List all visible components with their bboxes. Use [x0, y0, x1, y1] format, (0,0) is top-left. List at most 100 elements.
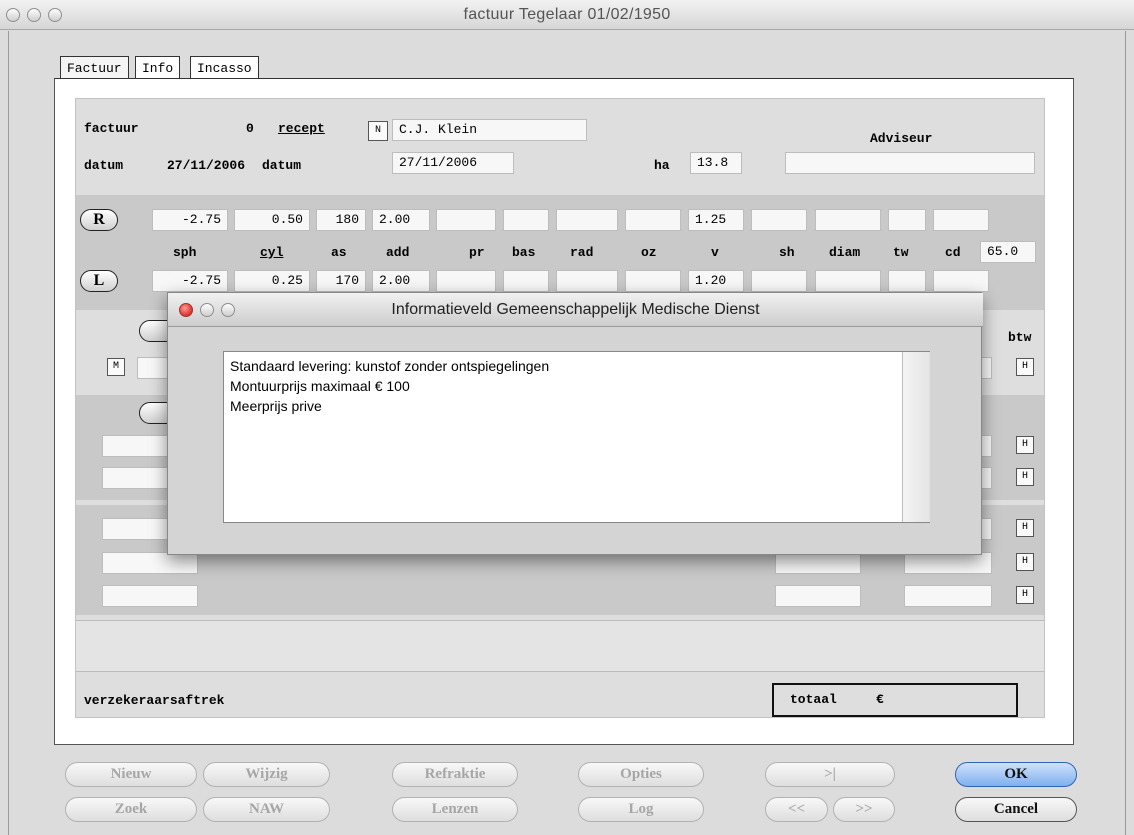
dialog-title: Informatieveld Gemeenschappelijk Medisch…	[391, 301, 760, 318]
right-pr-field[interactable]	[436, 209, 496, 231]
right-rad-field[interactable]	[556, 209, 618, 231]
n-button[interactable]: N	[368, 121, 388, 141]
totaal-label: totaal	[790, 692, 837, 707]
extra-amount-2[interactable]	[775, 552, 861, 574]
ok-button[interactable]: OK	[955, 762, 1077, 787]
info-line-1: Standaard levering: kunstof zonder ontsp…	[230, 358, 550, 374]
recept-name-field[interactable]: C.J. Klein	[392, 119, 587, 141]
right-diam-field[interactable]	[815, 209, 881, 231]
ha-label: ha	[654, 158, 670, 173]
left-tw-field[interactable]	[888, 270, 926, 292]
left-bas-field[interactable]	[503, 270, 549, 292]
left-diam-field[interactable]	[815, 270, 881, 292]
cancel-button[interactable]: Cancel	[955, 797, 1077, 822]
refraktie-button[interactable]: Refraktie	[392, 762, 518, 787]
factuur-label: factuur	[84, 121, 139, 136]
right-v-field[interactable]: 1.25	[688, 209, 744, 231]
dialog-titlebar: Informatieveld Gemeenschappelijk Medisch…	[168, 293, 983, 327]
recept-link[interactable]: recept	[278, 121, 325, 136]
h-button-3[interactable]: H	[1016, 468, 1034, 486]
datum-label: datum	[84, 158, 124, 173]
datum-value: 27/11/2006	[167, 158, 246, 173]
window-title: factuur Tegelaar 01/02/1950	[463, 6, 671, 23]
right-cyl-field[interactable]: 0.50	[234, 209, 310, 231]
previous-button[interactable]: <<	[765, 797, 828, 822]
zoek-button[interactable]: Zoek	[65, 797, 197, 822]
col-cd-label: cd	[945, 245, 961, 260]
col-tw-label: tw	[893, 245, 909, 260]
ha-field[interactable]: 13.8	[690, 152, 742, 174]
info-line-3: Meerprijs prive	[230, 398, 322, 414]
info-dialog: Informatieveld Gemeenschappelijk Medisch…	[167, 292, 983, 555]
left-as-field[interactable]: 170	[316, 270, 366, 292]
adviseur-label: Adviseur	[870, 131, 933, 146]
info-line-2: Montuurprijs maximaal € 100	[230, 378, 410, 394]
cd-value-field[interactable]: 65.0	[980, 241, 1036, 263]
next-button[interactable]: >>	[833, 797, 895, 822]
totaal-box: totaal €	[772, 683, 1018, 717]
h-button-6[interactable]: H	[1016, 586, 1034, 604]
extra-price-3[interactable]	[904, 585, 992, 607]
window-titlebar: factuur Tegelaar 01/02/1950	[0, 0, 1134, 30]
opties-button[interactable]: Opties	[578, 762, 704, 787]
extra-field-3[interactable]	[102, 585, 198, 607]
adviseur-field[interactable]	[785, 152, 1035, 174]
left-v-field[interactable]: 1.20	[688, 270, 744, 292]
wijzig-button[interactable]: Wijzig	[203, 762, 330, 787]
left-eye-button[interactable]: L	[80, 270, 118, 292]
m-button[interactable]: M	[107, 358, 125, 376]
tab-info[interactable]: Info	[135, 56, 181, 78]
h-button-1[interactable]: H	[1016, 358, 1034, 376]
left-rad-field[interactable]	[556, 270, 618, 292]
col-pr-label: pr	[469, 245, 485, 260]
nieuw-button[interactable]: Nieuw	[65, 762, 197, 787]
col-rad-label: rad	[570, 245, 594, 260]
left-sph-field[interactable]: -2.75	[152, 270, 228, 292]
h-button-4[interactable]: H	[1016, 519, 1034, 537]
col-as-label: as	[331, 245, 347, 260]
currency-symbol: €	[876, 692, 884, 707]
info-textarea[interactable]: Standaard levering: kunstof zonder ontsp…	[223, 351, 930, 523]
right-cd-field[interactable]	[933, 209, 989, 231]
h-button-5[interactable]: H	[1016, 553, 1034, 571]
recept-datum-field[interactable]: 27/11/2006	[392, 152, 514, 174]
naw-button[interactable]: NAW	[203, 797, 330, 822]
left-cd-field[interactable]	[933, 270, 989, 292]
factuur-number: 0	[246, 121, 254, 136]
log-button[interactable]: Log	[578, 797, 704, 822]
lenzen-button[interactable]: Lenzen	[392, 797, 518, 822]
left-oz-field[interactable]	[625, 270, 681, 292]
extra-field-2[interactable]	[102, 552, 198, 574]
left-sh-field[interactable]	[751, 270, 807, 292]
notes-area[interactable]	[76, 620, 1044, 672]
left-cyl-field[interactable]: 0.25	[234, 270, 310, 292]
col-oz-label: oz	[641, 245, 657, 260]
right-as-field[interactable]: 180	[316, 209, 366, 231]
right-sh-field[interactable]	[751, 209, 807, 231]
last-record-button[interactable]: >|	[765, 762, 895, 787]
recept-datum-label: datum	[262, 158, 302, 173]
col-v-label: v	[711, 245, 719, 260]
right-sph-field[interactable]: -2.75	[152, 209, 228, 231]
right-tw-field[interactable]	[888, 209, 926, 231]
col-diam-label: diam	[829, 245, 861, 260]
left-pr-field[interactable]	[436, 270, 496, 292]
btw-label: btw	[1008, 330, 1032, 345]
right-add-field[interactable]: 2.00	[372, 209, 430, 231]
left-add-field[interactable]: 2.00	[372, 270, 430, 292]
col-add-label: add	[386, 245, 410, 260]
right-eye-button[interactable]: R	[80, 209, 118, 231]
extra-price-2[interactable]	[904, 552, 992, 574]
col-sh-label: sh	[779, 245, 795, 260]
right-bas-field[interactable]	[503, 209, 549, 231]
tab-factuur[interactable]: Factuur	[60, 56, 129, 78]
col-bas-label: bas	[512, 245, 536, 260]
col-sph-label: sph	[173, 245, 197, 260]
right-oz-field[interactable]	[625, 209, 681, 231]
h-button-2[interactable]: H	[1016, 436, 1034, 454]
textarea-scrollbar[interactable]	[902, 352, 930, 522]
tab-incasso[interactable]: Incasso	[190, 56, 259, 78]
extra-amount-3[interactable]	[775, 585, 861, 607]
col-cyl-label[interactable]: cyl	[260, 245, 283, 260]
verzekeraarsaftrek-label: verzekeraarsaftrek	[84, 693, 225, 708]
